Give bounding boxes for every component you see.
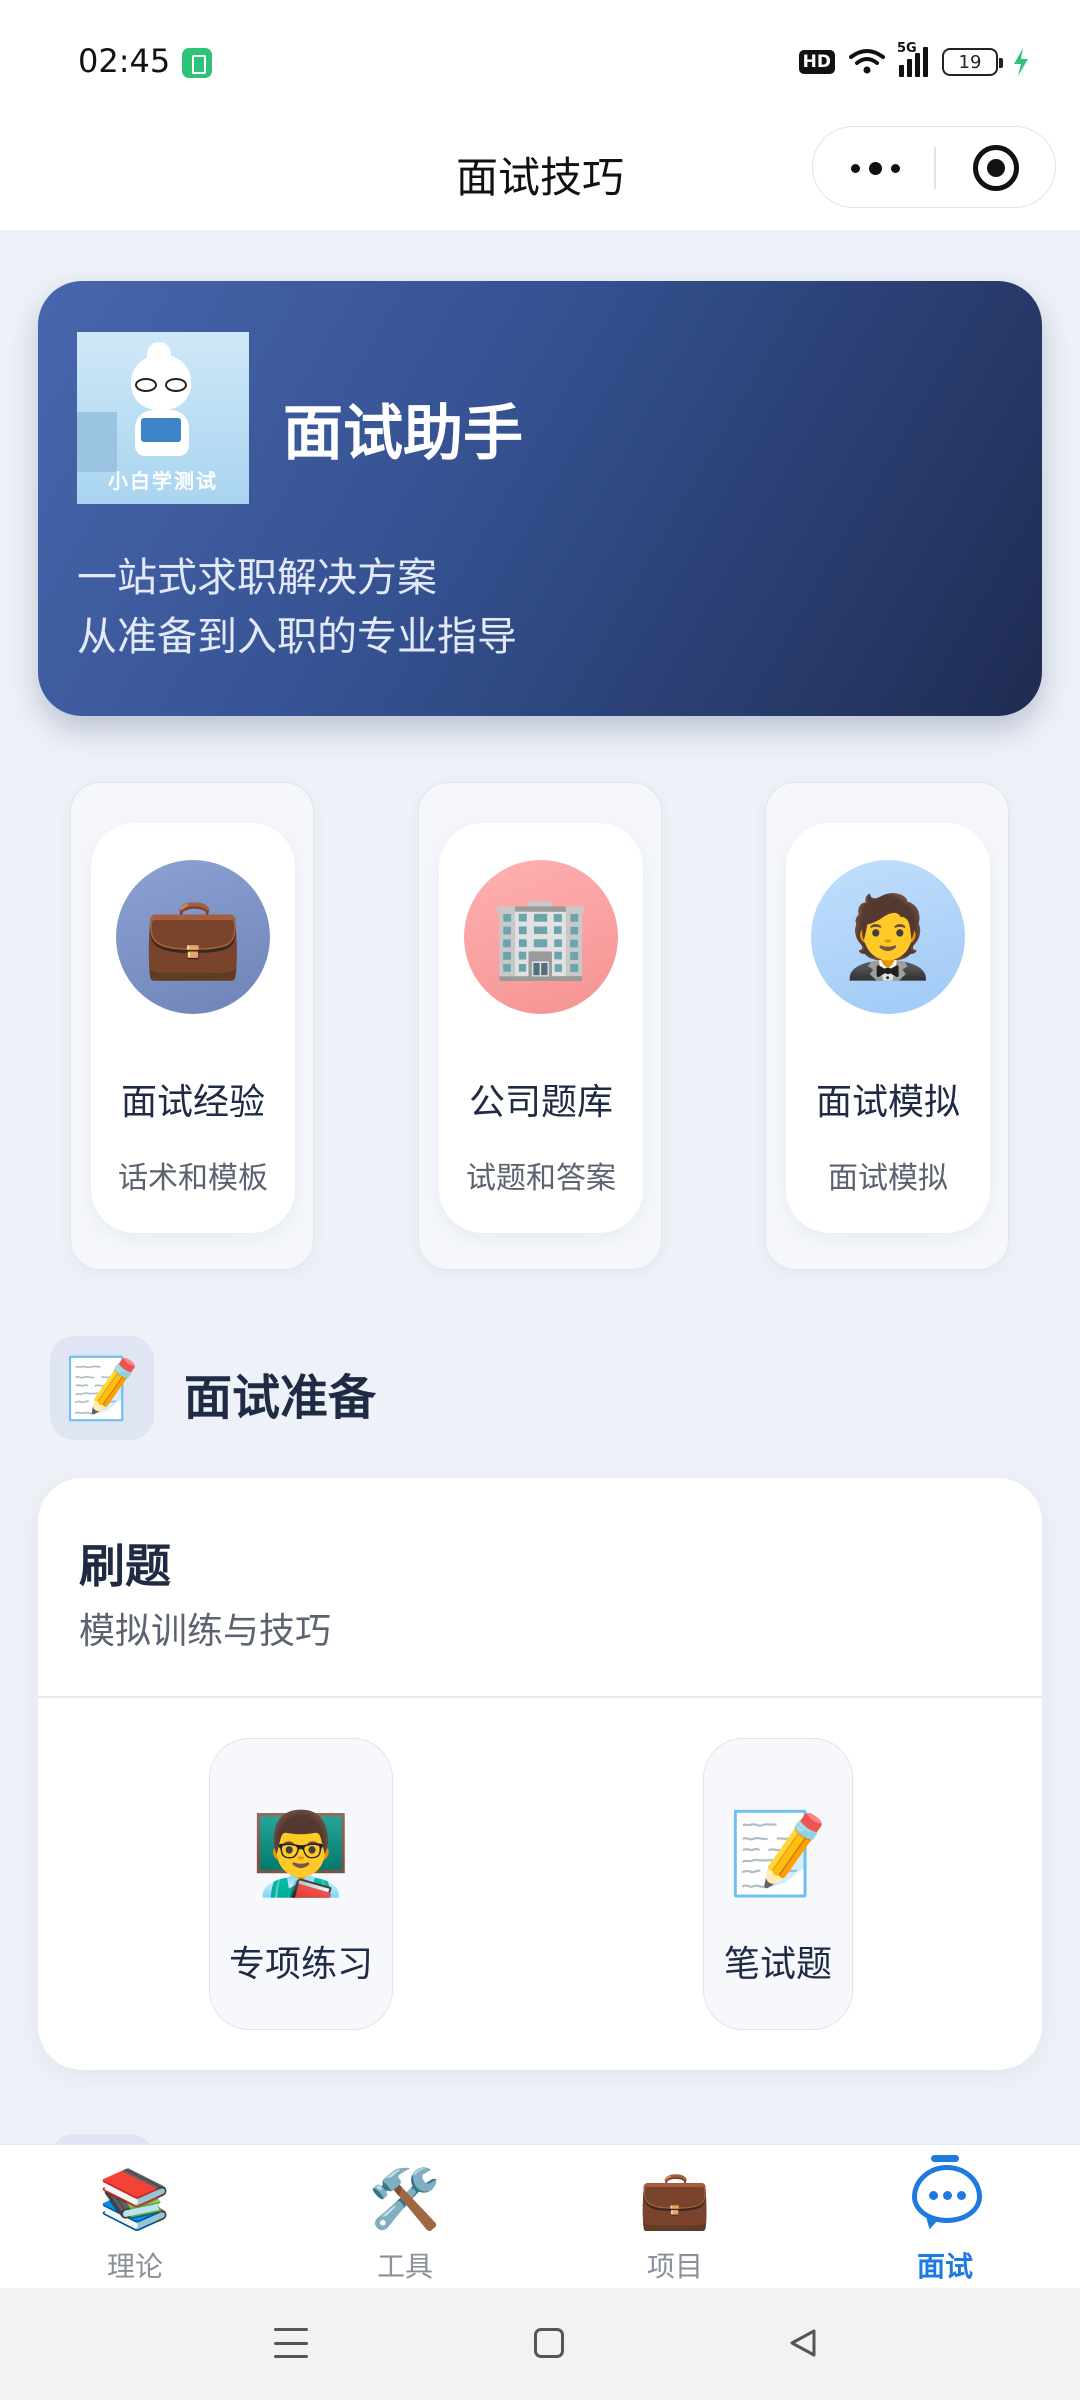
feature-card-inner: 🤵 面试模拟 面试模拟 bbox=[786, 823, 990, 1233]
hero-banner[interactable]: 小白学测试 面试助手 一站式求职解决方案 从准备到入职的专业指导 bbox=[38, 281, 1042, 716]
feature-subtitle: 试题和答案 bbox=[466, 1161, 616, 1196]
books-icon: 📚 bbox=[98, 2165, 172, 2233]
status-time: 02:45 bbox=[78, 42, 171, 80]
practice-card: 刷题 模拟训练与技巧 👨‍🏫 专项练习 📝 笔试题 bbox=[38, 1478, 1042, 2070]
tab-projects[interactable]: 💼 项目 bbox=[540, 2145, 810, 2289]
hd-badge: HD bbox=[798, 50, 835, 74]
tab-label: 理论 bbox=[106, 2250, 163, 2283]
feature-subtitle: 话术和模板 bbox=[118, 1161, 268, 1196]
status-indicators: HD 5G 19 bbox=[798, 41, 1030, 80]
miniprogram-capsule bbox=[812, 126, 1056, 208]
practice-title: 刷题 bbox=[79, 1539, 171, 1593]
active-indicator bbox=[931, 2155, 959, 2162]
tab-tools[interactable]: 🛠️ 工具 bbox=[270, 2145, 540, 2289]
battery-level: 19 bbox=[958, 51, 982, 73]
cellular-signal-icon: 5G bbox=[897, 41, 928, 77]
hero-title: 面试助手 bbox=[283, 399, 523, 469]
more-dots-icon[interactable] bbox=[843, 156, 907, 180]
office-building-icon: 🏢 bbox=[464, 860, 618, 1014]
feature-title: 面试模拟 bbox=[815, 1082, 960, 1123]
feature-card-experience[interactable]: 💼 面试经验 话术和模板 bbox=[70, 782, 314, 1270]
logo-text: 小白学测试 bbox=[108, 469, 218, 493]
capsule-divider bbox=[934, 147, 936, 189]
system-navigation-bar bbox=[0, 2288, 1080, 2400]
feature-title: 公司题库 bbox=[468, 1082, 613, 1123]
feature-card-company-bank[interactable]: 🏢 公司题库 试题和答案 bbox=[418, 782, 662, 1270]
battery-icon: 19 bbox=[942, 48, 1003, 76]
tab-label: 工具 bbox=[376, 2250, 433, 2283]
home-icon[interactable] bbox=[534, 2328, 564, 2358]
tab-label: 项目 bbox=[646, 2250, 703, 2283]
practice-subtitle: 模拟训练与技巧 bbox=[79, 1611, 332, 1652]
recent-apps-icon[interactable] bbox=[274, 2328, 308, 2358]
feature-card-inner: 🏢 公司题库 试题和答案 bbox=[439, 823, 643, 1233]
tab-bar: 📚 理论 🛠️ 工具 💼 项目 面试 bbox=[0, 2144, 1080, 2288]
back-icon[interactable] bbox=[788, 2328, 818, 2358]
briefcase-icon: 💼 bbox=[116, 860, 270, 1014]
app-notification-icon bbox=[182, 48, 212, 78]
written-test-button[interactable]: 📝 笔试题 bbox=[703, 1738, 853, 2030]
logo-image: 小白学测试 bbox=[77, 332, 249, 504]
topic-practice-button[interactable]: 👨‍🏫 专项练习 bbox=[209, 1738, 393, 2030]
wifi-icon bbox=[849, 49, 885, 74]
network-type: 5G bbox=[897, 41, 917, 56]
feature-title: 面试经验 bbox=[120, 1082, 265, 1123]
section-title: 面试准备 bbox=[184, 1370, 377, 1426]
memo-icon: 📝 bbox=[50, 1336, 154, 1440]
button-label: 笔试题 bbox=[723, 1944, 832, 1985]
button-label: 专项练习 bbox=[228, 1944, 373, 1985]
teacher-icon: 👨‍🏫 bbox=[251, 1807, 351, 1900]
navigation-bar: 面试技巧 bbox=[0, 118, 1080, 230]
charging-icon bbox=[1014, 48, 1028, 76]
chat-bubble-icon bbox=[912, 2165, 982, 2223]
tab-interview[interactable]: 面试 bbox=[810, 2145, 1080, 2289]
page: 02:45 HD 5G 19 面试技巧 小白学测试 面试助手 一站式求职解决方案… bbox=[0, 0, 1080, 2400]
hammer-wrench-icon: 🛠️ bbox=[368, 2165, 442, 2233]
feature-card-mock-interview[interactable]: 🤵 面试模拟 面试模拟 bbox=[765, 782, 1009, 1270]
target-close-icon[interactable] bbox=[973, 145, 1019, 191]
feature-card-inner: 💼 面试经验 话术和模板 bbox=[91, 823, 295, 1233]
divider bbox=[38, 1696, 1042, 1698]
tab-theory[interactable]: 📚 理论 bbox=[0, 2145, 270, 2289]
briefcase-icon: 💼 bbox=[638, 2165, 712, 2233]
feature-subtitle: 面试模拟 bbox=[828, 1161, 948, 1196]
hero-tagline-2: 从准备到入职的专业指导 bbox=[77, 614, 517, 660]
status-bar: 02:45 HD 5G 19 bbox=[0, 0, 1080, 118]
memo-icon: 📝 bbox=[728, 1807, 828, 1900]
person-in-tuxedo-icon: 🤵 bbox=[811, 860, 965, 1014]
tab-label: 面试 bbox=[916, 2250, 973, 2283]
hero-tagline-1: 一站式求职解决方案 bbox=[77, 555, 437, 601]
